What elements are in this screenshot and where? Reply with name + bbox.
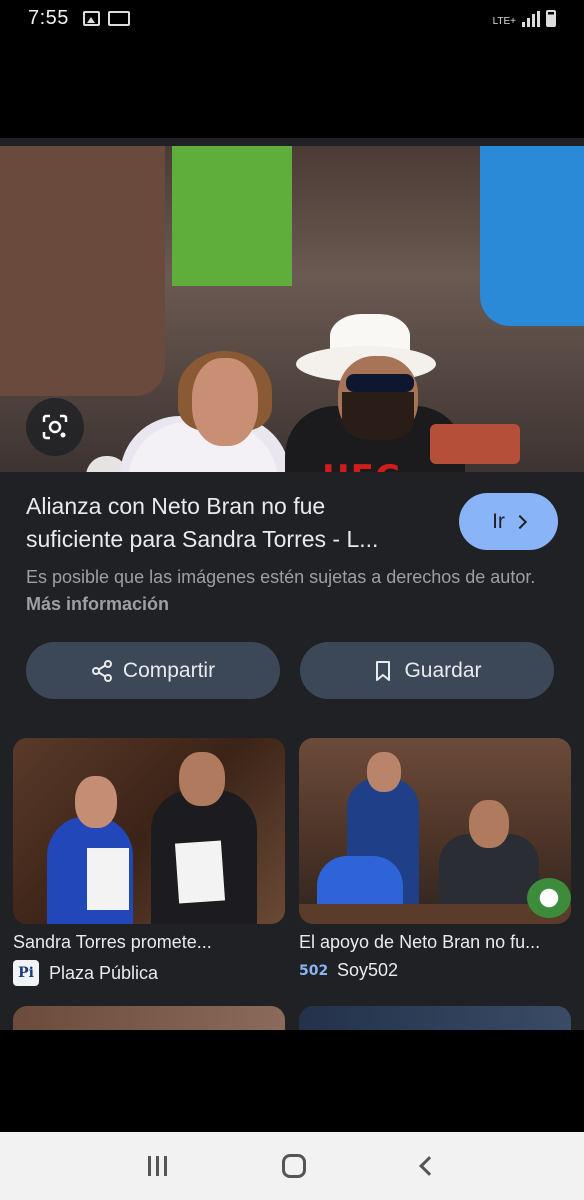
related-result-source: 502 Soy502 <box>299 960 571 981</box>
save-button[interactable]: Guardar <box>300 642 554 699</box>
source-name: Plaza Pública <box>49 962 159 983</box>
gallery-notification-icon <box>82 10 100 26</box>
source-name: Soy502 <box>337 960 399 980</box>
status-time: 7:55 <box>28 6 69 29</box>
hero-image[interactable]: UFC <box>0 146 584 472</box>
lens-search-button[interactable] <box>26 398 84 456</box>
related-result-title[interactable]: Sandra Torres promete... <box>13 930 285 954</box>
recent-apps-button[interactable] <box>147 1156 167 1176</box>
battery-icon <box>546 9 556 27</box>
signal-icon <box>522 10 540 27</box>
status-bar: 7:55 LTE+ <box>0 0 584 36</box>
result-title-line2: suficiente para Sandra Torres - L... <box>26 526 379 552</box>
back-button[interactable] <box>419 1156 440 1176</box>
chevron-right-icon <box>512 514 527 529</box>
site-favicon: 502 <box>299 962 329 979</box>
visit-label: Ir <box>492 509 505 533</box>
vpn-key-icon <box>107 10 130 26</box>
image-result-sheet: UFC Alianza con Neto Bran no fue suficie… <box>0 138 584 1030</box>
related-result-image[interactable] <box>299 738 571 924</box>
home-button[interactable] <box>282 1154 307 1178</box>
share-label: Compartir <box>122 658 216 682</box>
status-right: LTE+ <box>492 9 556 27</box>
related-result-source: Pi Plaza Pública <box>13 960 285 986</box>
system-nav-bar <box>0 1132 584 1200</box>
site-favicon: Pi <box>13 960 39 986</box>
copyright-disclaimer: Es posible que las imágenes estén sujeta… <box>26 564 558 618</box>
result-title[interactable]: Alianza con Neto Bran no fue suficiente … <box>26 490 446 556</box>
related-result-title[interactable]: El apoyo de Neto Bran no fu... <box>299 930 571 954</box>
result-title-line1: Alianza con Neto Bran no fue <box>26 493 326 519</box>
related-result-image-partial[interactable] <box>299 1006 571 1030</box>
lens-icon <box>42 414 68 440</box>
more-info-link[interactable]: Más información <box>26 594 169 614</box>
bookmark-icon <box>376 660 391 681</box>
save-label: Guardar <box>404 658 482 682</box>
network-type: LTE+ <box>492 15 516 27</box>
disclaimer-text: Es posible que las imágenes estén sujeta… <box>26 567 536 587</box>
share-icon <box>91 659 112 682</box>
related-result-image-partial[interactable] <box>13 1006 285 1030</box>
related-result-card[interactable]: El apoyo de Neto Bran no fu... 502 Soy50… <box>299 738 571 981</box>
share-button[interactable]: Compartir <box>26 642 280 699</box>
visit-button[interactable]: Ir <box>459 493 558 550</box>
shirt-text: UFC <box>322 458 401 472</box>
status-notification-icons <box>82 10 130 26</box>
related-result-image[interactable] <box>13 738 285 924</box>
related-result-card[interactable]: Sandra Torres promete... Pi Plaza Públic… <box>13 738 285 986</box>
